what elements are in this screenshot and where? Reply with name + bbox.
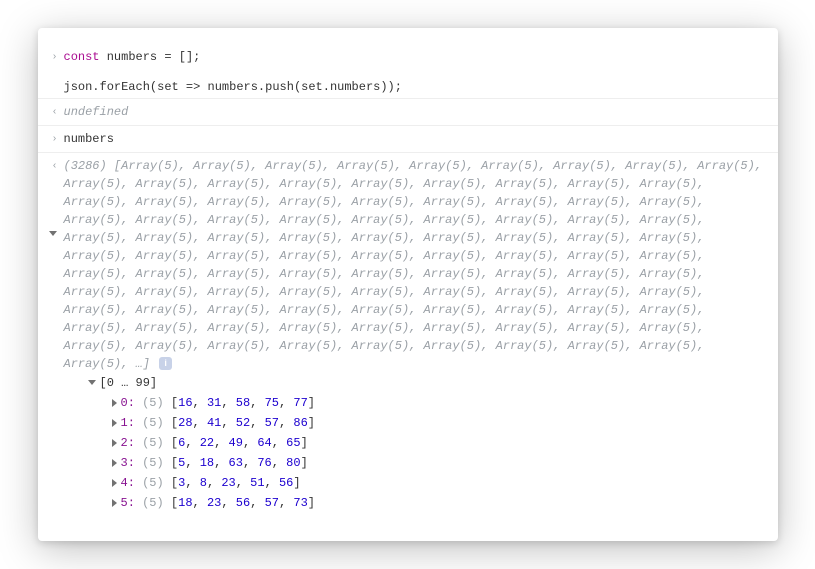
entry-value: 18 — [200, 456, 214, 470]
entry-value: 18 — [178, 496, 192, 510]
array-entry-row[interactable]: 2: (5) [6, 22, 49, 64, 65] — [112, 433, 766, 453]
gutter-blank: · — [46, 78, 64, 94]
bracket-close: ] — [301, 436, 308, 450]
chevron-right-icon[interactable] — [112, 439, 117, 447]
entry-length: (5) — [142, 496, 164, 510]
bracket-close: ] — [308, 396, 315, 410]
entry-length: (5) — [142, 436, 164, 450]
keyword-const: const — [64, 50, 100, 64]
chevron-right-icon[interactable] — [112, 419, 117, 427]
entry-value: 23 — [221, 476, 235, 490]
entry-index: 2: — [121, 436, 135, 450]
entry-value: 73 — [293, 496, 307, 510]
entry-length: (5) — [142, 456, 164, 470]
array-entry-row[interactable]: 4: (5) [3, 8, 23, 51, 56] — [112, 473, 766, 493]
result-expand-gutter[interactable]: ‹ — [46, 157, 64, 173]
array-tree: [0 … 99] 0: (5) [16, 31, 58, 75, 77]1: (… — [64, 373, 766, 513]
chevron-right-icon[interactable] — [112, 499, 117, 507]
console-panel: › const numbers = []; · json.forEach(set… — [38, 28, 778, 541]
range-label: [0 … 99] — [100, 376, 158, 390]
bracket-close: ] — [293, 476, 300, 490]
expression: numbers — [64, 130, 766, 148]
result-icon: ‹ — [46, 103, 64, 119]
array-entries: 0: (5) [16, 31, 58, 75, 77]1: (5) [28, 4… — [88, 393, 766, 513]
entry-value: 56 — [279, 476, 293, 490]
entry-value: 52 — [236, 416, 250, 430]
entry-value: 77 — [293, 396, 307, 410]
entry-value: 51 — [250, 476, 264, 490]
info-icon[interactable]: i — [159, 357, 172, 370]
bracket-close: ] — [308, 496, 315, 510]
entry-value: 16 — [178, 396, 192, 410]
equals-sign: = — [164, 50, 171, 64]
entry-value: 8 — [200, 476, 207, 490]
entry-value: 75 — [265, 396, 279, 410]
undefined-value: undefined — [64, 103, 766, 121]
console-input-row[interactable]: › numbers — [38, 125, 778, 152]
array-length: (3286) — [64, 159, 107, 173]
console-input-row[interactable]: · json.forEach(set => numbers.push(set.n… — [38, 68, 778, 98]
code-line-2: json.forEach(set => numbers.push(set.num… — [64, 80, 402, 94]
chevron-down-icon[interactable] — [88, 380, 96, 385]
entry-length: (5) — [142, 396, 164, 410]
identifier-numbers: numbers — [107, 50, 157, 64]
console-input-row[interactable]: › const numbers = []; — [38, 46, 778, 68]
entry-index: 0: — [121, 396, 135, 410]
array-preview-body: [Array(5), Array(5), Array(5), Array(5),… — [64, 159, 763, 371]
entry-length: (5) — [142, 416, 164, 430]
code-rest: []; — [179, 50, 201, 64]
entry-index: 4: — [121, 476, 135, 490]
entry-value: 57 — [265, 416, 279, 430]
console-code: json.forEach(set => numbers.push(set.num… — [64, 78, 766, 96]
entry-index: 1: — [121, 416, 135, 430]
array-preview[interactable]: (3286) [Array(5), Array(5), Array(5), Ar… — [64, 157, 766, 373]
prompt-icon: › — [46, 48, 64, 64]
array-entry-row[interactable]: 3: (5) [5, 18, 63, 76, 80] — [112, 453, 766, 473]
entry-value: 65 — [286, 436, 300, 450]
console-result-row: ‹ (3286) [Array(5), Array(5), Array(5), … — [38, 152, 778, 517]
result-icon: ‹ — [53, 160, 56, 171]
entry-value: 22 — [200, 436, 214, 450]
entry-value: 56 — [236, 496, 250, 510]
entry-value: 80 — [286, 456, 300, 470]
entry-index: 5: — [121, 496, 135, 510]
array-entry-row[interactable]: 0: (5) [16, 31, 58, 75, 77] — [112, 393, 766, 413]
entry-index: 3: — [121, 456, 135, 470]
array-result-content: (3286) [Array(5), Array(5), Array(5), Ar… — [64, 157, 766, 513]
entry-value: 23 — [207, 496, 221, 510]
entry-value: 64 — [257, 436, 271, 450]
entry-value: 41 — [207, 416, 221, 430]
entry-value: 86 — [293, 416, 307, 430]
console-result-row: ‹ undefined — [38, 98, 778, 125]
array-entry-row[interactable]: 5: (5) [18, 23, 56, 57, 73] — [112, 493, 766, 513]
entry-value: 31 — [207, 396, 221, 410]
console-code: const numbers = []; — [64, 48, 766, 66]
chevron-right-icon[interactable] — [112, 479, 117, 487]
entry-value: 28 — [178, 416, 192, 430]
array-entry-row[interactable]: 1: (5) [28, 41, 52, 57, 86] — [112, 413, 766, 433]
bracket-close: ] — [301, 456, 308, 470]
bracket-close: ] — [308, 416, 315, 430]
entry-value: 49 — [229, 436, 243, 450]
range-row[interactable]: [0 … 99] — [88, 373, 766, 393]
chevron-right-icon[interactable] — [112, 399, 117, 407]
entry-length: (5) — [142, 476, 164, 490]
entry-value: 57 — [265, 496, 279, 510]
expand-caret-icon[interactable] — [49, 231, 57, 236]
entry-value: 63 — [229, 456, 243, 470]
entry-value: 76 — [257, 456, 271, 470]
prompt-icon: › — [46, 130, 64, 146]
entry-value: 58 — [236, 396, 250, 410]
chevron-right-icon[interactable] — [112, 459, 117, 467]
